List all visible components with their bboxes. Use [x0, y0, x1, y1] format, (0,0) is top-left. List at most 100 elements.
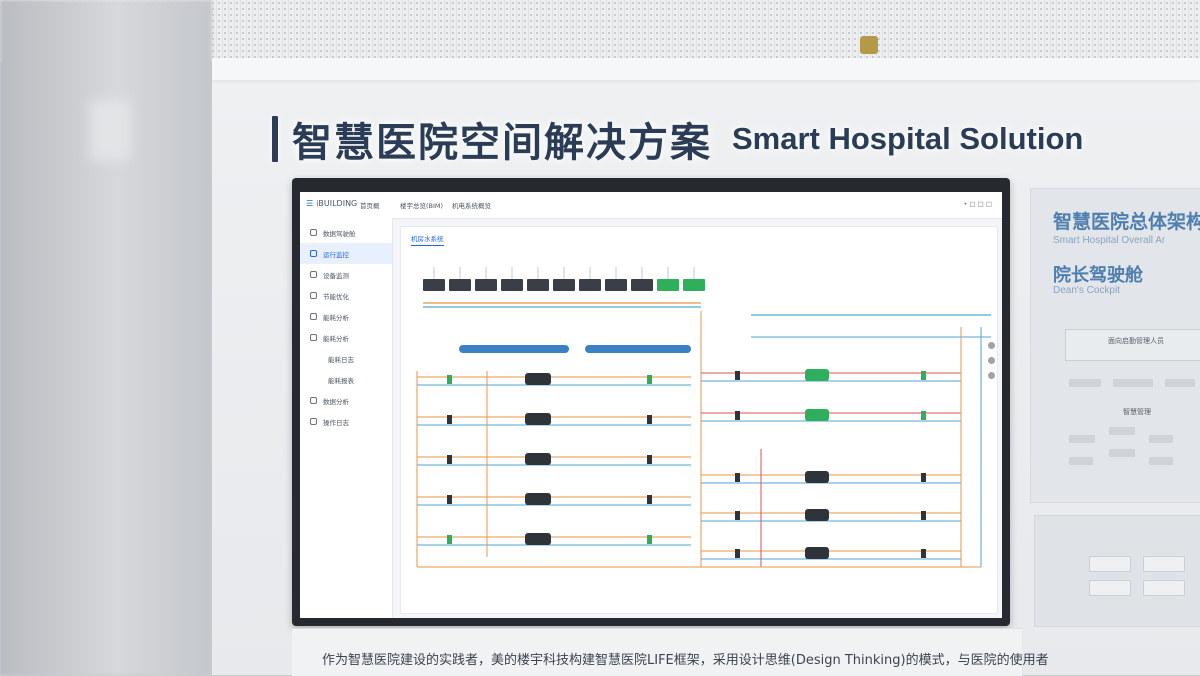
- headline-sign: 智慧医院空间解决方案 Smart Hospital Solution: [272, 104, 1083, 174]
- cooling-tower: [423, 279, 445, 291]
- architecture-chip: [1089, 556, 1131, 572]
- cooling-tower: [657, 279, 679, 291]
- pump-icon: [735, 511, 740, 520]
- architecture-panel-lower: [1034, 515, 1200, 627]
- pump-icon: [921, 511, 926, 520]
- sidebar-item-label: 运行监控: [323, 250, 349, 259]
- wall-trim: [212, 58, 1200, 80]
- pump-icon: [447, 495, 452, 504]
- caption-plate: 作为智慧医院建设的实践者，美的楼宇科技构建智慧医院LIFE框架，采用设计思维(D…: [292, 628, 1049, 676]
- chiller-unit: [525, 413, 551, 425]
- monitor-screen: ☰ iBUILDING 首页概 楼宇总览(BIM) 机电系统概览 • □ □ □ …: [300, 192, 1002, 618]
- chiller-unit: [805, 509, 829, 521]
- topbar-status: • □ □ □: [963, 200, 992, 208]
- app-sidebar: 数据驾驶舱 运行监控 设备监测 节能优化 能耗分析 能耗分析 能耗日志 能耗报表 数据分析 操作日…: [300, 218, 393, 618]
- pump-icon: [647, 495, 652, 504]
- architecture-chip: [1149, 457, 1173, 465]
- sidebar-item[interactable]: 操作日志: [300, 411, 392, 432]
- chiller-unit: [805, 471, 829, 483]
- ceiling-fixture: [860, 36, 878, 54]
- cooling-tower: [501, 279, 523, 291]
- sidebar-item[interactable]: 数据分析: [300, 390, 392, 411]
- pump-icon: [647, 415, 652, 424]
- menu-icon: [310, 334, 317, 341]
- architecture-title-en: Smart Hospital Overall Ar: [1053, 235, 1166, 246]
- logo-text: iBUILDING: [316, 199, 358, 208]
- tool-icon[interactable]: [988, 342, 995, 349]
- sidebar-item-label: 设备监测: [323, 271, 349, 280]
- cooling-tower: [605, 279, 627, 291]
- sidebar-item-label: 操作日志: [323, 418, 349, 427]
- sidebar-item-label: 节能优化: [323, 292, 349, 301]
- cooling-tower: [475, 279, 497, 291]
- sidebar-item-label: 能耗分析: [323, 313, 349, 322]
- architecture-box-title: 面向启勤管理人员: [1108, 337, 1164, 345]
- hvac-pipe-diagram: [416, 267, 991, 568]
- menu-icon: [310, 292, 317, 299]
- architecture-panel: 智慧医院总体架构 Smart Hospital Overall Ar 院长驾驶舱…: [1030, 188, 1200, 503]
- sidebar-item[interactable]: 数据驾驶舱: [300, 222, 392, 243]
- architecture-chip: [1069, 435, 1095, 443]
- menu-icon: [310, 418, 317, 425]
- architecture-box: 面向启勤管理人员: [1065, 329, 1200, 361]
- pump-icon: [447, 455, 452, 464]
- avatar-icon[interactable]: [988, 372, 995, 379]
- diagram-panel: 机房水系统: [400, 226, 998, 614]
- pump-icon: [447, 535, 452, 544]
- pump-icon: [921, 549, 926, 558]
- cooling-tower: [579, 279, 601, 291]
- pump-icon: [735, 411, 740, 420]
- pump-icon: [647, 375, 652, 384]
- sidebar-item[interactable]: 节能优化: [300, 285, 392, 306]
- cockpit-title-en: Dean's Cockpit: [1053, 285, 1120, 296]
- chiller-unit: [525, 493, 551, 505]
- pump-icon: [921, 411, 926, 420]
- pump-icon: [647, 535, 652, 544]
- architecture-chip: [1149, 435, 1173, 443]
- menu-icon: [310, 313, 317, 320]
- topbar-tab[interactable]: 首页概: [360, 200, 380, 210]
- architecture-chip: [1143, 580, 1185, 596]
- sidebar-item-label: 能耗报表: [328, 376, 354, 385]
- cooling-tower: [527, 279, 549, 291]
- architecture-chip: [1109, 427, 1135, 435]
- cooling-tower: [553, 279, 575, 291]
- sidebar-item[interactable]: 能耗分析: [300, 306, 392, 327]
- architecture-chip: [1069, 379, 1101, 387]
- app-logo: ☰ iBUILDING: [306, 199, 357, 208]
- pump-icon: [735, 371, 740, 380]
- pump-icon: [447, 375, 452, 384]
- menu-icon: [310, 271, 317, 278]
- pillar-reflection: [90, 100, 130, 160]
- sidebar-item[interactable]: 运行监控: [300, 243, 392, 264]
- sidebar-item-label: 数据分析: [323, 397, 349, 406]
- pump-icon: [647, 455, 652, 464]
- app-topbar: ☰ iBUILDING 首页概 楼宇总览(BIM) 机电系统概览 • □ □ □: [300, 192, 1002, 219]
- headline-title-en: Smart Hospital Solution: [732, 121, 1084, 156]
- architecture-chip: [1165, 379, 1195, 387]
- cooling-tower: [683, 279, 705, 291]
- sidebar-item[interactable]: 能耗日志: [300, 348, 392, 369]
- headline-title-cn: 智慧医院空间解决方案: [292, 120, 712, 166]
- topbar-tab[interactable]: 楼宇总览(BIM): [400, 200, 443, 210]
- chiller-unit: [805, 369, 829, 381]
- tool-icon[interactable]: [988, 357, 995, 364]
- cockpit-title-cn: 院长驾驶舱: [1053, 265, 1143, 286]
- sidebar-item[interactable]: 能耗报表: [300, 369, 392, 390]
- topbar-tab[interactable]: 机电系统概览: [452, 200, 491, 210]
- headline-bar: [272, 116, 278, 162]
- pump-icon: [921, 371, 926, 380]
- menu-icon: [310, 250, 317, 257]
- architecture-title-cn: 智慧医院总体架构: [1053, 211, 1200, 233]
- sidebar-item[interactable]: 能耗分析: [300, 327, 392, 348]
- cooling-tower: [449, 279, 471, 291]
- cooling-tower: [631, 279, 653, 291]
- architecture-chip: [1113, 379, 1153, 387]
- logo-icon: ☰: [306, 199, 314, 208]
- architecture-chip: [1089, 580, 1131, 596]
- menu-icon: [310, 397, 317, 404]
- chiller-unit: [805, 547, 829, 559]
- chiller-unit: [525, 373, 551, 385]
- sidebar-item[interactable]: 设备监测: [300, 264, 392, 285]
- pump-icon: [735, 473, 740, 482]
